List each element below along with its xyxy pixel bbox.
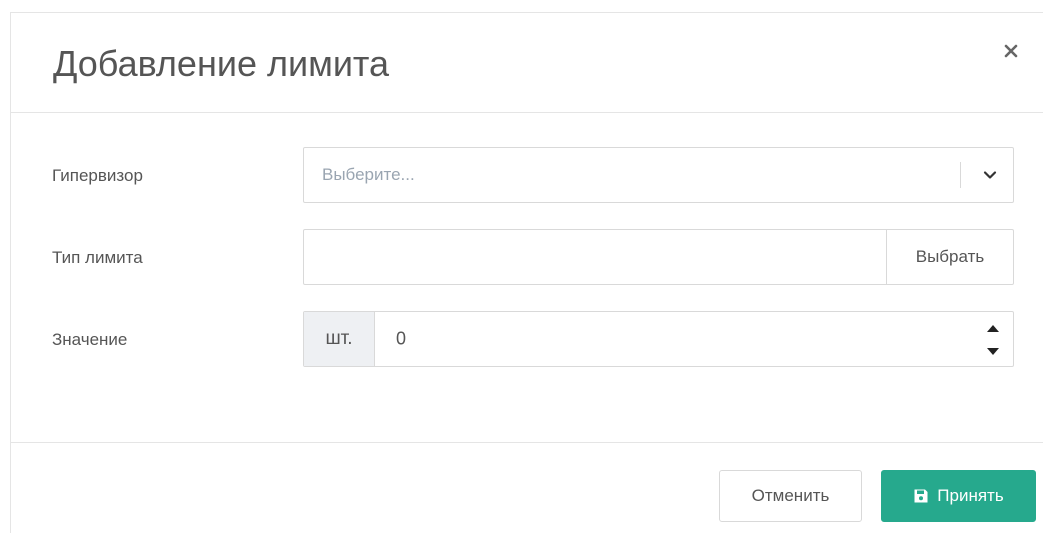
hypervisor-select[interactable]: Выберите...	[303, 147, 1014, 203]
caret-up-icon[interactable]	[985, 322, 1001, 334]
limit-type-label: Тип лимита	[52, 248, 143, 267]
limit-type-input[interactable]	[304, 230, 888, 286]
caret-down-icon[interactable]	[985, 346, 1001, 358]
modal-title: Добавление лимита	[53, 43, 390, 84]
limit-type-row: Тип лимита Выбрать	[11, 229, 1043, 287]
number-spinner	[981, 318, 1005, 362]
value-number[interactable]: 0	[396, 329, 406, 350]
value-label: Значение	[52, 330, 128, 349]
unit-addon: шт.	[304, 312, 375, 366]
value-number-group[interactable]: шт. 0	[303, 311, 1014, 367]
close-icon	[1004, 44, 1018, 58]
modal-body: Гипервизор Выберите... Тип лимита Выбрат…	[11, 113, 1043, 443]
hypervisor-row: Гипервизор Выберите...	[11, 147, 1043, 205]
chevron-down-icon[interactable]	[982, 167, 998, 183]
accept-label: Принять	[937, 486, 1004, 505]
save-icon	[913, 488, 929, 504]
select-separator	[960, 162, 961, 188]
accept-button[interactable]: Принять	[881, 470, 1036, 522]
close-button[interactable]	[1001, 41, 1021, 61]
modal-footer: Отменить Принять	[11, 442, 1043, 535]
hypervisor-placeholder: Выберите...	[322, 165, 415, 184]
value-row: Значение шт. 0	[11, 311, 1043, 369]
choose-button[interactable]: Выбрать	[886, 230, 1013, 284]
modal-header: Добавление лимита	[11, 13, 1043, 113]
add-limit-dialog: Добавление лимита Гипервизор Выберите...…	[10, 12, 1043, 533]
limit-type-group: Выбрать	[303, 229, 1014, 286]
cancel-button[interactable]: Отменить	[719, 470, 862, 522]
hypervisor-label: Гипервизор	[52, 166, 143, 185]
